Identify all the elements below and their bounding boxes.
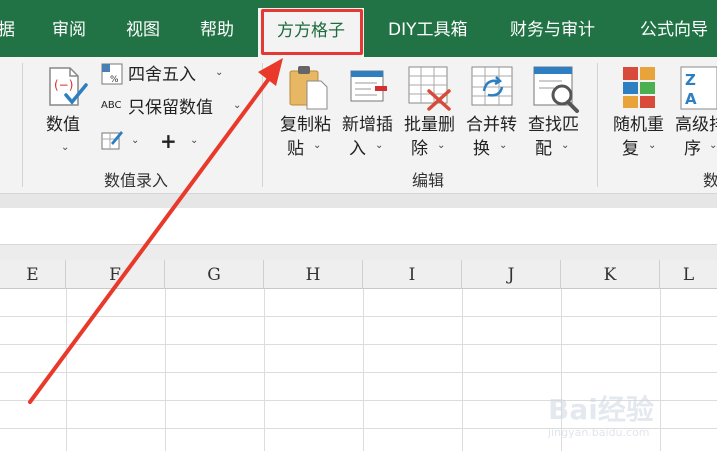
- arrow-head: [258, 58, 283, 86]
- arrow-shaft: [28, 78, 270, 404]
- annotation-arrow: [28, 58, 283, 404]
